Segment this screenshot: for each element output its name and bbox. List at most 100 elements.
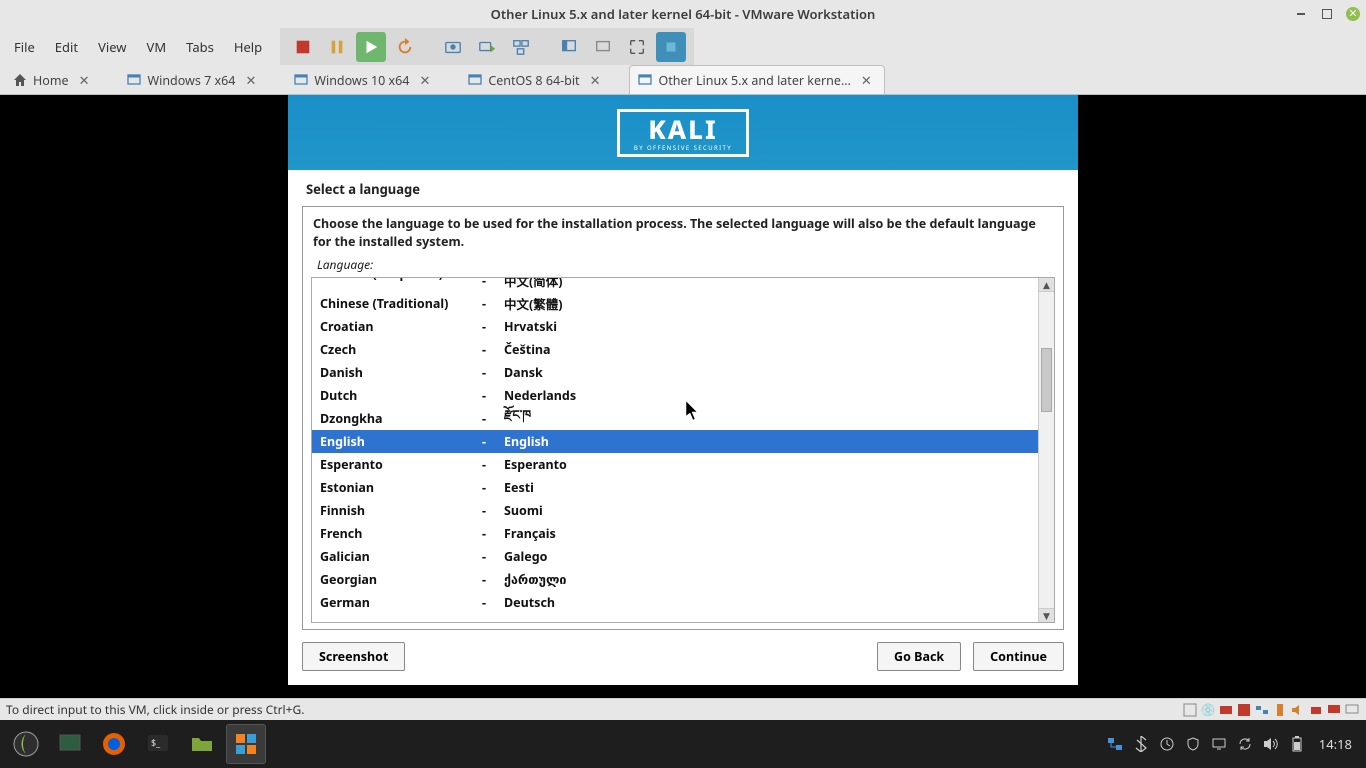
snapshot-manager-button[interactable] <box>506 32 536 62</box>
language-row[interactable]: Estonian-Eesti <box>312 476 1038 499</box>
close-tab-icon[interactable]: ✕ <box>245 71 256 89</box>
separator: - <box>472 594 496 611</box>
close-tab-icon[interactable]: ✕ <box>861 71 872 89</box>
printer-icon[interactable] <box>1308 702 1324 718</box>
vm-tabbar: Home✕Windows 7 x64✕Windows 10 x64✕CentOS… <box>0 65 1366 95</box>
restart-button[interactable] <box>390 32 420 62</box>
language-row[interactable]: Danish-Dansk <box>312 361 1038 384</box>
message-icon[interactable] <box>1344 702 1360 718</box>
language-row[interactable]: Esperanto-Esperanto <box>312 453 1038 476</box>
network-icon[interactable] <box>1254 702 1270 718</box>
vm-tab-2[interactable]: Windows 10 x64✕ <box>285 65 443 94</box>
language-en: Chinese (Traditional) <box>312 295 472 312</box>
separator: - <box>472 433 496 450</box>
console-view-button[interactable] <box>554 32 584 62</box>
snapshot-button[interactable] <box>438 32 468 62</box>
continue-button[interactable]: Continue <box>973 642 1064 671</box>
close-tab-icon[interactable]: ✕ <box>419 71 430 89</box>
menu-vm[interactable]: VM <box>139 34 175 60</box>
language-row[interactable]: Galician-Galego <box>312 545 1038 568</box>
sound-icon[interactable] <box>1290 702 1306 718</box>
tray-sync-icon[interactable] <box>1237 736 1253 752</box>
tray-bluetooth-icon[interactable] <box>1133 736 1149 752</box>
goback-button[interactable]: Go Back <box>877 642 961 671</box>
vm-tab-3[interactable]: CentOS 8 64-bit✕ <box>459 65 613 94</box>
vm-icon <box>127 73 141 87</box>
language-native: རྫོང་ཁ <box>496 401 1038 436</box>
window-title: Other Linux 5.x and later kernel 64-bit … <box>491 5 876 23</box>
tray-display-icon[interactable] <box>1211 736 1227 752</box>
language-row[interactable]: Czech-Čeština <box>312 338 1038 361</box>
language-row[interactable]: French-Français <box>312 522 1038 545</box>
poweron-button[interactable] <box>356 32 386 62</box>
floppy-icon[interactable] <box>1236 702 1252 718</box>
language-row[interactable]: Chinese (Traditional)-中文(繁體) <box>312 292 1038 315</box>
menu-file[interactable]: File <box>6 34 43 60</box>
tray-shield-icon[interactable] <box>1185 736 1201 752</box>
language-native: Esperanto <box>496 456 1038 473</box>
thumbnail-view-button[interactable] <box>588 32 618 62</box>
unity-button[interactable] <box>656 32 686 62</box>
vm-tab-label: Other Linux 5.x and later kerne… <box>658 72 850 89</box>
language-row[interactable]: Dzongkha-རྫོང་ཁ <box>312 407 1038 430</box>
vm-viewport[interactable]: KALI BY OFFENSIVE SECURITY Select a lang… <box>0 95 1366 698</box>
menu-edit[interactable]: Edit <box>47 34 86 60</box>
language-native: Čeština <box>496 341 1038 358</box>
separator: - <box>472 410 496 427</box>
cd-icon[interactable]: 💿 <box>1200 702 1216 718</box>
menu-tabs[interactable]: Tabs <box>178 34 222 60</box>
scroll-down-button[interactable]: ▼ <box>1039 608 1054 622</box>
scrollbar[interactable]: ▲ ▼ <box>1038 278 1054 622</box>
close-tab-icon[interactable]: ✕ <box>79 71 90 89</box>
tray-clock[interactable]: 14:18 <box>1319 735 1352 753</box>
language-native: ქართული <box>496 571 1038 588</box>
language-en: German <box>312 594 472 611</box>
scroll-thumb[interactable] <box>1041 348 1052 412</box>
close-button[interactable]: ✕ <box>1346 7 1360 21</box>
vmware-taskbar-button[interactable] <box>226 724 266 764</box>
vm-tab-0[interactable]: Home✕ <box>4 65 102 94</box>
poweroff-button[interactable] <box>288 32 318 62</box>
input-grab-icon[interactable] <box>1182 702 1198 718</box>
language-row[interactable]: Georgian-ქართული <box>312 568 1038 591</box>
close-tab-icon[interactable]: ✕ <box>590 71 601 89</box>
language-en: English <box>312 433 472 450</box>
tray-battery-icon[interactable] <box>1289 736 1305 752</box>
terminal-button[interactable]: $_ <box>138 724 178 764</box>
tray-volume-icon[interactable] <box>1263 736 1279 752</box>
usb-icon[interactable] <box>1272 702 1288 718</box>
language-row[interactable]: Finnish-Suomi <box>312 499 1038 522</box>
language-en: Galician <box>312 548 472 565</box>
maximize-button[interactable] <box>1320 7 1334 21</box>
menu-view[interactable]: View <box>90 34 134 60</box>
language-row[interactable]: Croatian-Hrvatski <box>312 315 1038 338</box>
vm-tab-label: Windows 7 x64 <box>147 72 235 89</box>
language-en: Estonian <box>312 479 472 496</box>
display-icon[interactable] <box>1326 702 1342 718</box>
vm-tab-4[interactable]: Other Linux 5.x and later kerne… ✕ <box>629 65 884 94</box>
language-row[interactable]: English-English <box>312 430 1038 453</box>
separator: - <box>472 295 496 312</box>
fullscreen-button[interactable] <box>622 32 652 62</box>
snapshot-revert-button[interactable] <box>472 32 502 62</box>
separator: - <box>472 479 496 496</box>
scroll-up-button[interactable]: ▲ <box>1039 278 1054 292</box>
tray-updates-icon[interactable] <box>1159 736 1175 752</box>
language-row[interactable]: Chinese (Simplified)-中文(简体) <box>312 277 1038 292</box>
firefox-button[interactable] <box>94 724 134 764</box>
files-button[interactable] <box>182 724 222 764</box>
hdd-icon[interactable] <box>1218 702 1234 718</box>
toolbar <box>280 28 694 65</box>
language-listbox[interactable]: Chinese (Simplified)-中文(简体)Chinese (Trad… <box>311 277 1055 623</box>
vm-tab-1[interactable]: Windows 7 x64 ✕ <box>118 65 269 94</box>
language-row[interactable]: German-Deutsch <box>312 591 1038 614</box>
screenshot-button[interactable]: Screenshot <box>302 642 405 671</box>
start-menu-button[interactable] <box>6 724 46 764</box>
menu-help[interactable]: Help <box>226 34 270 60</box>
minimize-button[interactable] <box>1294 7 1308 21</box>
show-desktop-button[interactable] <box>50 724 90 764</box>
tray-network-icon[interactable] <box>1107 736 1123 752</box>
language-en: Esperanto <box>312 456 472 473</box>
suspend-button[interactable] <box>322 32 352 62</box>
installer-window: KALI BY OFFENSIVE SECURITY Select a lang… <box>288 95 1078 685</box>
